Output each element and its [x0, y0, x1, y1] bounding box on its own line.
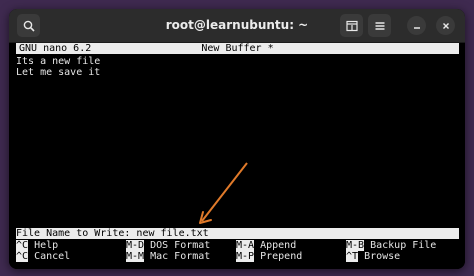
filename-input[interactable]: new file.txt [136, 228, 208, 239]
terminal-area[interactable]: GNU nano 6.2 New Buffer * Its a new file… [9, 43, 465, 269]
shortcut-mac-format[interactable]: M-M Mac Format [126, 251, 210, 262]
close-icon[interactable] [436, 16, 455, 35]
nano-header: GNU nano 6.2 New Buffer * [16, 43, 459, 54]
filename-prompt[interactable]: File Name to Write: new file.txt [16, 228, 459, 239]
shortcut-browse[interactable]: ^T Browse [346, 251, 400, 262]
editor-line[interactable]: Let me save it [16, 67, 100, 78]
hamburger-menu-icon[interactable] [368, 14, 391, 37]
shortcut-cancel[interactable]: ^C Cancel [16, 251, 70, 262]
minimize-icon[interactable] [407, 16, 426, 35]
shortcut-backup-file[interactable]: M-B Backup File [346, 240, 436, 251]
shortcut-dos-format[interactable]: M-D DOS Format [126, 240, 210, 251]
titlebar: root@learnubuntu: ~ [9, 9, 465, 43]
new-tab-icon[interactable] [340, 14, 363, 37]
buffer-name: New Buffer * [201, 43, 274, 54]
shortcut-help[interactable]: ^C Help [16, 240, 58, 251]
editor-line[interactable]: Its a new file [16, 56, 100, 67]
shortcut-row-2: ^C Cancel M-M Mac Format M-P Prepend ^T … [16, 251, 400, 262]
terminal-window: root@learnubuntu: ~ GNU nano 6.2 New Buf… [9, 9, 465, 269]
shortcut-row-1: ^C Help M-D DOS Format M-A Append M-B Ba… [16, 240, 436, 251]
shortcut-append[interactable]: M-A Append [236, 240, 296, 251]
prompt-label: File Name to Write: [16, 228, 137, 239]
shortcut-prepend[interactable]: M-P Prepend [236, 251, 302, 262]
window-title: root@learnubuntu: ~ [165, 18, 309, 32]
